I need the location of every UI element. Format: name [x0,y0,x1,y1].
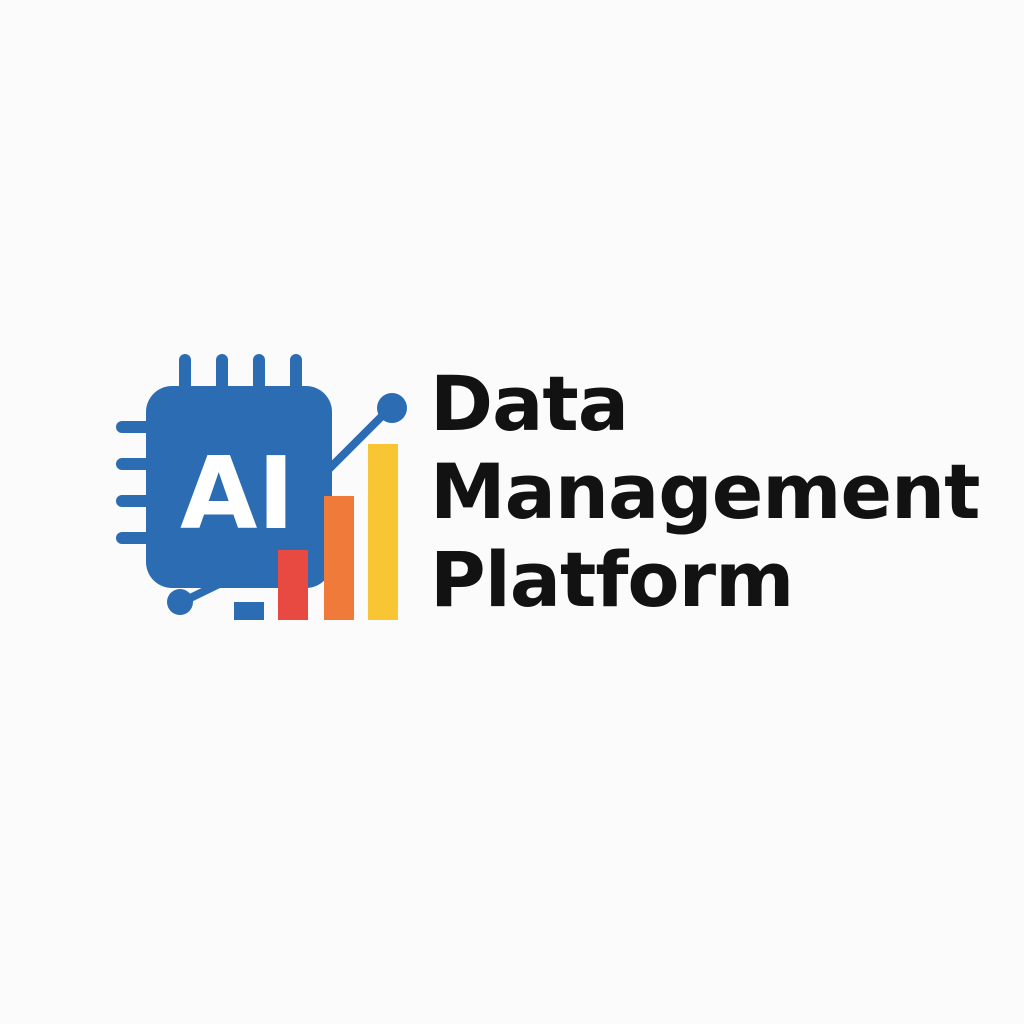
bar-orange [324,496,354,620]
bar-red [278,550,308,620]
trend-line-node [377,393,407,423]
logo-canvas: AI Data Management Platform [0,0,1024,1024]
bar-blue [234,602,264,620]
wordmark-line-management: Management [430,447,980,536]
wordmark-line-data: Data [430,359,629,448]
wordmark-line-platform: Platform [430,535,794,624]
ai-chip-with-growth-bars-icon: AI [116,354,407,620]
connector-node-lower-middle [237,555,263,581]
connector-node-lower-left [167,589,193,615]
product-wordmark: Data Management Platform [430,359,980,624]
chip-ai-text: AI [180,435,295,552]
bar-yellow [368,444,398,620]
